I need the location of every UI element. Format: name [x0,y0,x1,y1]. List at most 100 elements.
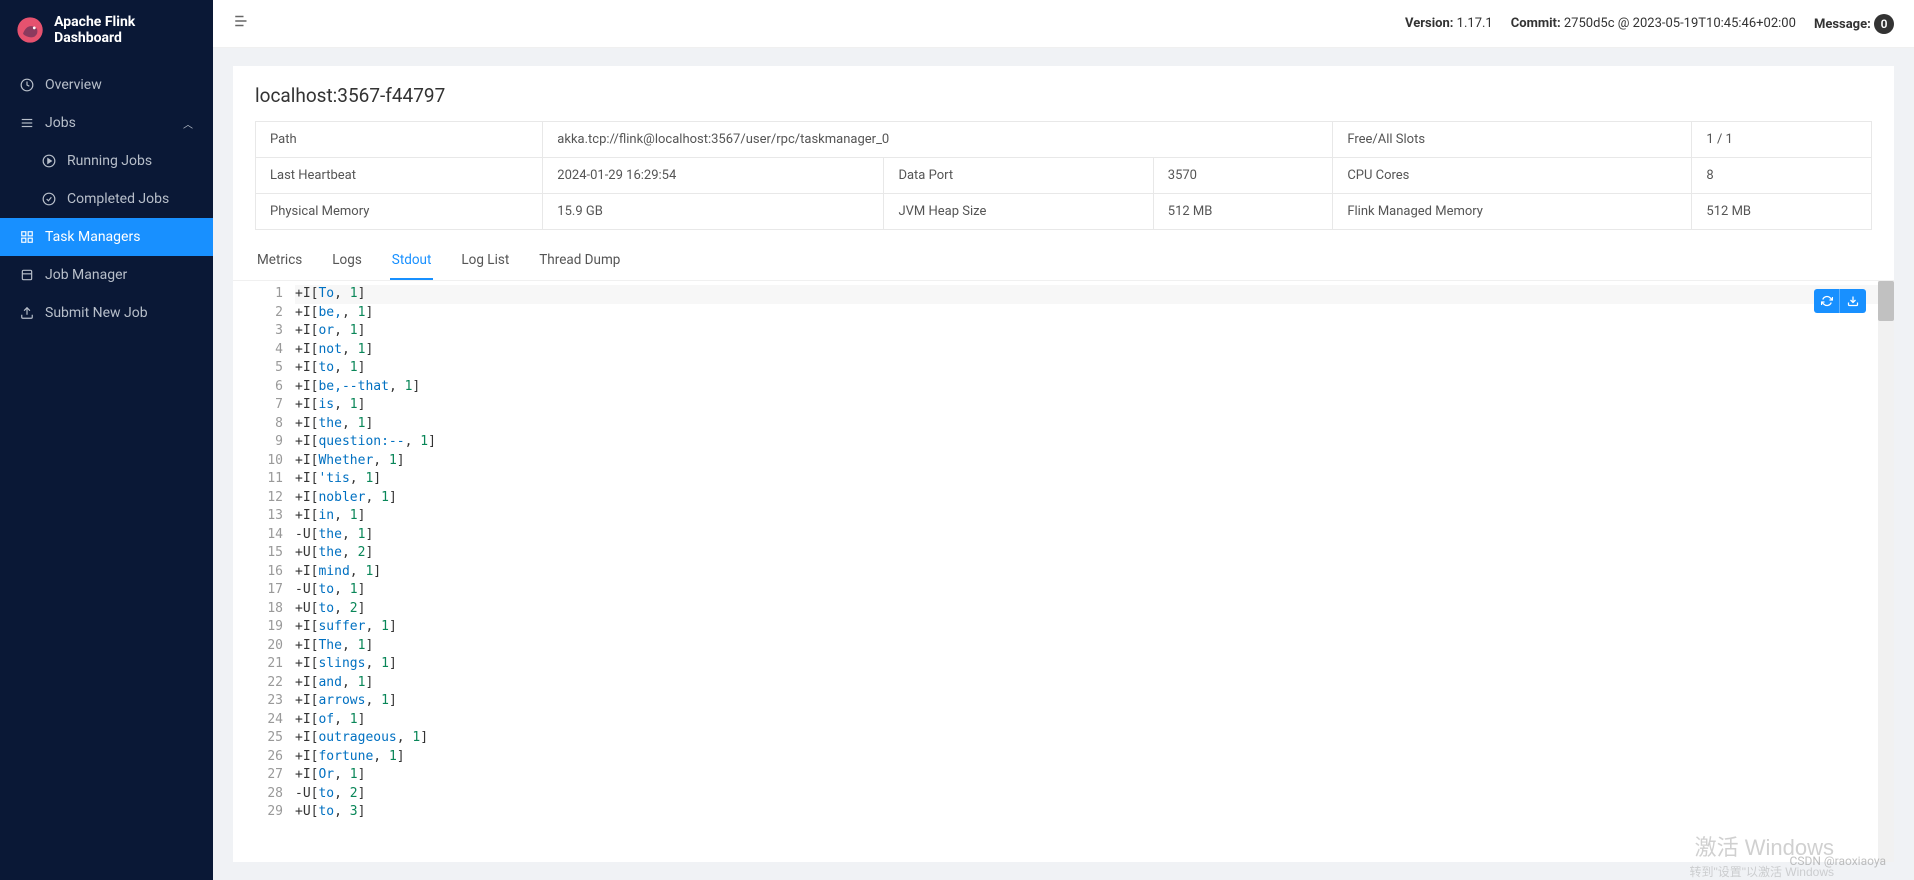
line-number: 5 [233,359,283,378]
commit-value: 2750d5c @ 2023-05-19T10:45:46+02:00 [1564,16,1796,31]
nav-label: Submit New Job [45,305,148,321]
line-number: 2 [233,304,283,323]
line-number: 25 [233,729,283,748]
line-number: 20 [233,637,283,656]
log-content[interactable]: +I[To, 1]+I[be,, 1]+I[or, 1]+I[not, 1]+I… [295,285,1894,862]
nav-running-jobs[interactable]: Running Jobs [0,142,213,180]
cpu-cores-label: CPU Cores [1333,158,1692,194]
line-number: 9 [233,433,283,452]
log-line: +I[arrows, 1] [295,692,1894,711]
data-port-label: Data Port [884,158,1153,194]
line-number: 10 [233,452,283,471]
line-number: 14 [233,526,283,545]
log-line: +I[suffer, 1] [295,618,1894,637]
tab-thread-dump[interactable]: Thread Dump [537,242,622,280]
flink-logo [16,15,44,45]
log-line: +I[To, 1] [295,285,1894,304]
cpu-cores-value: 8 [1692,158,1872,194]
nav-label: Completed Jobs [67,191,169,207]
log-line: +I[not, 1] [295,341,1894,360]
log-line: +I[in, 1] [295,507,1894,526]
version-label: Version: [1405,16,1453,31]
download-button[interactable] [1840,289,1866,313]
sidebar-header: Apache Flink Dashboard [0,0,213,60]
log-line: +I[the, 1] [295,415,1894,434]
tab-metrics[interactable]: Metrics [255,242,304,280]
nav-overview[interactable]: Overview [0,66,213,104]
nav-label: Running Jobs [67,153,152,169]
line-number-gutter: 1234567891011121314151617181920212223242… [233,285,295,862]
nav-job-manager[interactable]: Job Manager [0,256,213,294]
play-icon [42,154,56,168]
log-line: +I[nobler, 1] [295,489,1894,508]
line-number: 24 [233,711,283,730]
nav-task-managers[interactable]: Task Managers [0,218,213,256]
message-info: Message: 0 [1814,14,1894,34]
grid-icon [20,230,34,244]
line-number: 28 [233,785,283,804]
topbar: Version: 1.17.1 Commit: 2750d5c @ 2023-0… [213,0,1914,48]
sidebar: Apache Flink Dashboard Overview Jobs ︿ [0,0,213,880]
nav-completed-jobs[interactable]: Completed Jobs [0,180,213,218]
nav-submit-job[interactable]: Submit New Job [0,294,213,332]
line-number: 29 [233,803,283,822]
line-number: 16 [233,563,283,582]
heartbeat-value: 2024-01-29 16:29:54 [543,158,884,194]
phys-mem-label: Physical Memory [256,194,543,230]
scrollbar-thumb[interactable] [1878,281,1894,321]
line-number: 19 [233,618,283,637]
message-badge[interactable]: 0 [1874,14,1894,34]
path-value: akka.tcp://flink@localhost:3567/user/rpc… [543,122,1333,158]
line-number: 11 [233,470,283,489]
chevron-up-icon: ︿ [183,116,193,131]
flink-mem-value: 512 MB [1692,194,1872,230]
line-number: 17 [233,581,283,600]
line-number: 26 [233,748,283,767]
line-number: 4 [233,341,283,360]
nav-jobs[interactable]: Jobs ︿ [0,104,213,142]
line-number: 22 [233,674,283,693]
tab-stdout[interactable]: Stdout [390,242,434,280]
jvm-heap-value: 512 MB [1153,194,1333,230]
log-line: +I[be,, 1] [295,304,1894,323]
log-line: +I[fortune, 1] [295,748,1894,767]
menu-toggle-icon[interactable] [233,12,251,35]
log-line: +I[Or, 1] [295,766,1894,785]
refresh-button[interactable] [1814,289,1840,313]
line-number: 13 [233,507,283,526]
log-line: +I[or, 1] [295,322,1894,341]
phys-mem-value: 15.9 GB [543,194,884,230]
jvm-heap-label: JVM Heap Size [884,194,1153,230]
line-number: 27 [233,766,283,785]
line-number: 15 [233,544,283,563]
data-port-value: 3570 [1153,158,1333,194]
log-line: +I[to, 1] [295,359,1894,378]
app-title: Apache Flink Dashboard [54,14,197,46]
nav-label: Task Managers [45,229,140,245]
tab-logs[interactable]: Logs [330,242,364,280]
log-line: -U[to, 1] [295,581,1894,600]
log-line: +I[is, 1] [295,396,1894,415]
log-line: +I[be,--that, 1] [295,378,1894,397]
line-number: 8 [233,415,283,434]
path-label: Path [256,122,543,158]
line-number: 1 [233,285,283,304]
log-line: +I[outrageous, 1] [295,729,1894,748]
line-number: 21 [233,655,283,674]
log-line: +U[to, 3] [295,803,1894,822]
commit-info: Commit: 2750d5c @ 2023-05-19T10:45:46+02… [1511,16,1796,31]
heartbeat-label: Last Heartbeat [256,158,543,194]
log-line: +I[The, 1] [295,637,1894,656]
log-line: +U[to, 2] [295,600,1894,619]
nav-label: Jobs [45,115,76,131]
log-line: -U[the, 1] [295,526,1894,545]
log-line: +I[question:--, 1] [295,433,1894,452]
scrollbar[interactable] [1878,281,1894,862]
line-number: 6 [233,378,283,397]
flink-mem-label: Flink Managed Memory [1333,194,1692,230]
message-label: Message: [1814,17,1871,32]
tabs: Metrics Logs Stdout Log List Thread Dump [233,242,1894,281]
stdout-log-viewer: 1234567891011121314151617181920212223242… [233,281,1894,862]
tab-log-list[interactable]: Log List [459,242,511,280]
dashboard-icon [20,78,34,92]
